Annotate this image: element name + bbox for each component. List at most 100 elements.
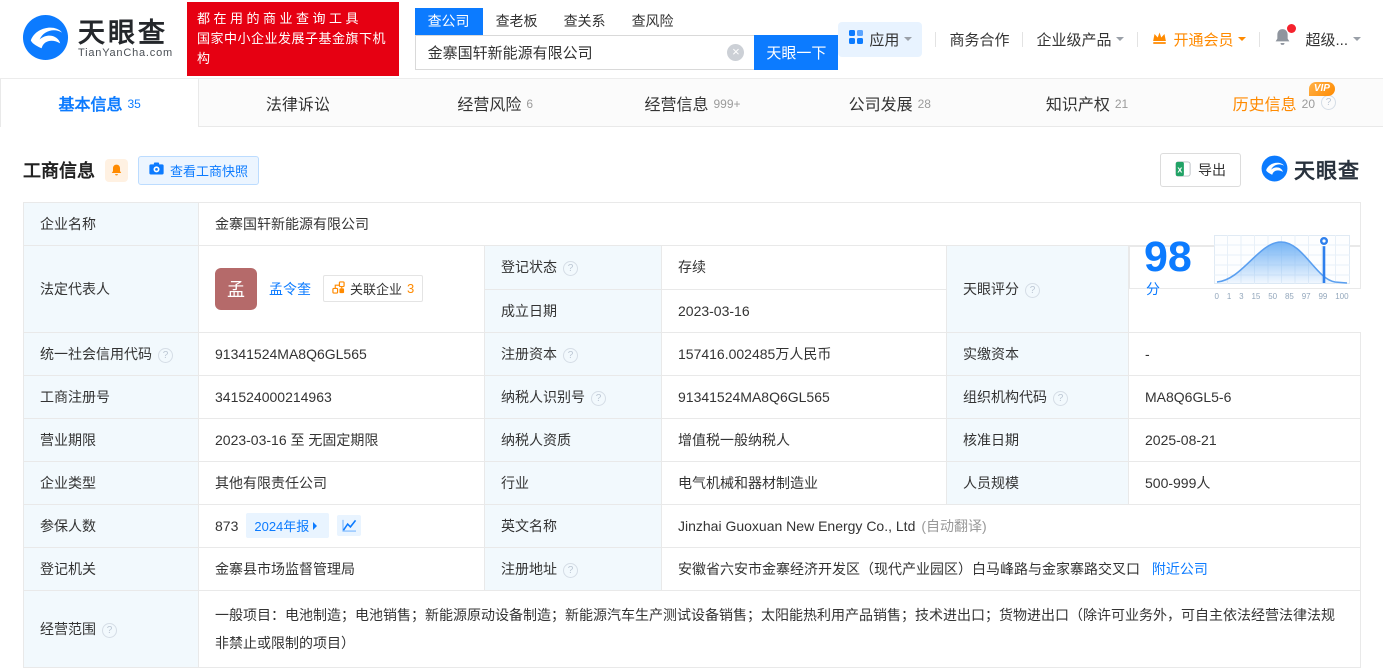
nav-apps[interactable]: 应用: [838, 21, 923, 57]
notification-dot: [1287, 24, 1297, 33]
business-scope-value: 一般项目：电池制造；电池销售；新能源原动设备制造；新能源汽车生产测试设备销售；太…: [197, 589, 1362, 668]
export-button-label: 导出: [1198, 162, 1226, 178]
nav-apps-label: 应用: [869, 31, 900, 49]
tab-business-info[interactable]: 经营信息 999+: [594, 79, 791, 126]
tab-intellectual-property[interactable]: 知识产权 21: [988, 79, 1185, 126]
company-type-value: 其他有限责任公司: [198, 460, 485, 505]
trend-chart-icon[interactable]: [337, 515, 362, 536]
slogan-line2: 国家中小企业发展子基金旗下机构: [196, 30, 386, 67]
field-label: 经营范围: [23, 589, 199, 668]
field-label: 实缴资本: [946, 331, 1129, 376]
export-button[interactable]: x 导出: [1160, 153, 1241, 187]
search-tabs: 查公司 查老板 查关系 查风险: [414, 8, 839, 35]
site-logo[interactable]: 天眼查 TianYanCha.com: [22, 14, 173, 64]
nav-enterprise[interactable]: 企业级产品: [1036, 29, 1125, 50]
divider: [935, 31, 937, 47]
logo-subtitle: TianYanCha.com: [78, 47, 173, 60]
reg-number-value: 341524000214963: [198, 374, 485, 419]
snapshot-button-label: 查看工商快照: [170, 163, 249, 179]
nav-account[interactable]: 超级...: [1305, 29, 1361, 50]
crown-icon: [1151, 30, 1168, 49]
divider: [1137, 31, 1139, 47]
tab-label: 公司发展: [848, 96, 913, 114]
tab-count: 21: [1114, 96, 1129, 111]
help-icon[interactable]: [1053, 390, 1068, 406]
tab-basic-info[interactable]: 基本信息 35: [0, 79, 200, 127]
search-button[interactable]: 天眼一下: [754, 35, 839, 70]
header-nav: 应用 商务合作 企业级产品 开通会员 超级...: [838, 21, 1361, 57]
tab-label: 基本信息: [58, 97, 123, 114]
tab-operation-risk[interactable]: 经营风险 6: [397, 79, 594, 126]
score-value: 98分: [1144, 236, 1198, 299]
table-row: 登记机关 金寨县市场监督管理局 注册地址 安徽省六安市金寨经济开发区（现代产业园…: [23, 546, 1362, 591]
related-companies-badge[interactable]: 关联企业 3: [323, 275, 424, 303]
tab-count: 999+: [713, 96, 741, 111]
divider: [1259, 31, 1261, 47]
table-row: 统一社会信用代码 91341524MA8Q6GL565 注册资本 157416.…: [23, 331, 1362, 376]
help-icon[interactable]: [563, 261, 578, 277]
field-label: 纳税人资质: [484, 417, 662, 462]
tianyancha-logo-icon: [22, 14, 69, 64]
nav-open-vip-label: 开通会员: [1173, 31, 1234, 49]
field-label: 营业期限: [23, 417, 199, 462]
snapshot-button[interactable]: 查看工商快照: [138, 155, 260, 185]
table-row: 参保人数 873 2024年报 英文名称 Jinzhai Guoxuan New…: [23, 503, 1362, 548]
excel-icon: x: [1175, 160, 1191, 180]
field-label: 纳税人识别号: [484, 374, 662, 419]
help-icon[interactable]: [102, 622, 117, 638]
help-icon[interactable]: [158, 347, 173, 363]
field-label: 登记机关: [23, 546, 199, 591]
approval-date-value: 2025-08-21: [1127, 417, 1362, 462]
org-chart-icon: [332, 281, 345, 297]
search-tab-boss[interactable]: 查老板: [483, 8, 551, 35]
insured-count-value: 873: [215, 517, 239, 534]
score-ticks: 0 1 3 15 50 85 97 99 100: [1214, 291, 1349, 301]
taxpayer-quality-value: 增值税一般纳税人: [661, 417, 947, 462]
notification-bell-icon[interactable]: [1273, 24, 1297, 51]
slogan-banner: 都在用的商业查询工具 国家中小企业发展子基金旗下机构: [186, 1, 399, 77]
score-distribution-chart[interactable]: 0 1 3 15 50 85 97 99 100: [1213, 234, 1350, 301]
tab-history-info[interactable]: VIP 历史信息 20: [1186, 79, 1383, 126]
help-icon[interactable]: [1025, 282, 1040, 298]
divider: [1022, 31, 1024, 47]
field-label: 成立日期: [484, 288, 662, 333]
annual-report-tag[interactable]: 2024年报: [246, 513, 330, 538]
search-input[interactable]: [414, 35, 755, 70]
svg-text:x: x: [1177, 164, 1182, 174]
field-label: 统一社会信用代码: [23, 331, 199, 376]
search-tab-company[interactable]: 查公司: [414, 8, 483, 35]
help-icon[interactable]: [563, 347, 578, 363]
slogan-line1: 都在用的商业查询工具: [196, 10, 362, 26]
help-icon[interactable]: [563, 562, 578, 578]
business-term-value: 2023-03-16 至 无固定期限: [198, 417, 485, 462]
subscribe-bell-icon[interactable]: [105, 158, 128, 182]
field-label: 登记状态: [484, 245, 662, 290]
camera-icon: [149, 162, 164, 178]
tyc-score-cell: 98分 0 1 3 15 50 85 97 99 100: [1129, 234, 1361, 301]
nearby-companies-link[interactable]: 附近公司: [1152, 561, 1208, 577]
legal-rep-link[interactable]: 孟令奎: [269, 279, 311, 299]
chevron-down-icon: [1238, 37, 1247, 45]
chevron-down-icon: [904, 37, 913, 45]
tab-label: 历史信息: [1232, 96, 1297, 114]
search-tab-risk[interactable]: 查风险: [619, 8, 687, 35]
table-row: 企业类型 其他有限责任公司 行业 电气机械和器材制造业 人员规模 500-999…: [23, 460, 1362, 505]
nav-cooperation[interactable]: 商务合作: [949, 29, 1009, 50]
tab-count: 6: [526, 96, 534, 111]
avatar[interactable]: 孟: [215, 267, 257, 310]
table-row: 工商注册号 341524000214963 纳税人识别号 91341524MA8…: [23, 374, 1362, 419]
english-name-value: Jinzhai Guoxuan New Energy Co., Ltd: [678, 517, 916, 534]
org-code-value: MA8Q6GL5-6: [1127, 374, 1362, 419]
search-tab-relation[interactable]: 查关系: [551, 8, 619, 35]
tab-legal-litigation[interactable]: 法律诉讼: [199, 79, 396, 126]
reg-capital-value: 157416.002485万人民币: [661, 331, 947, 376]
reg-status-value: 存续: [661, 245, 947, 290]
help-icon[interactable]: [591, 390, 606, 406]
nav-enterprise-label: 企业级产品: [1036, 31, 1112, 49]
nav-open-vip[interactable]: 开通会员: [1151, 29, 1247, 50]
field-label: 注册地址: [484, 546, 662, 591]
help-icon[interactable]: [1321, 95, 1337, 110]
field-label: 人员规模: [946, 460, 1129, 505]
field-label: 组织机构代码: [946, 374, 1129, 419]
tab-company-development[interactable]: 公司发展 28: [791, 79, 988, 126]
